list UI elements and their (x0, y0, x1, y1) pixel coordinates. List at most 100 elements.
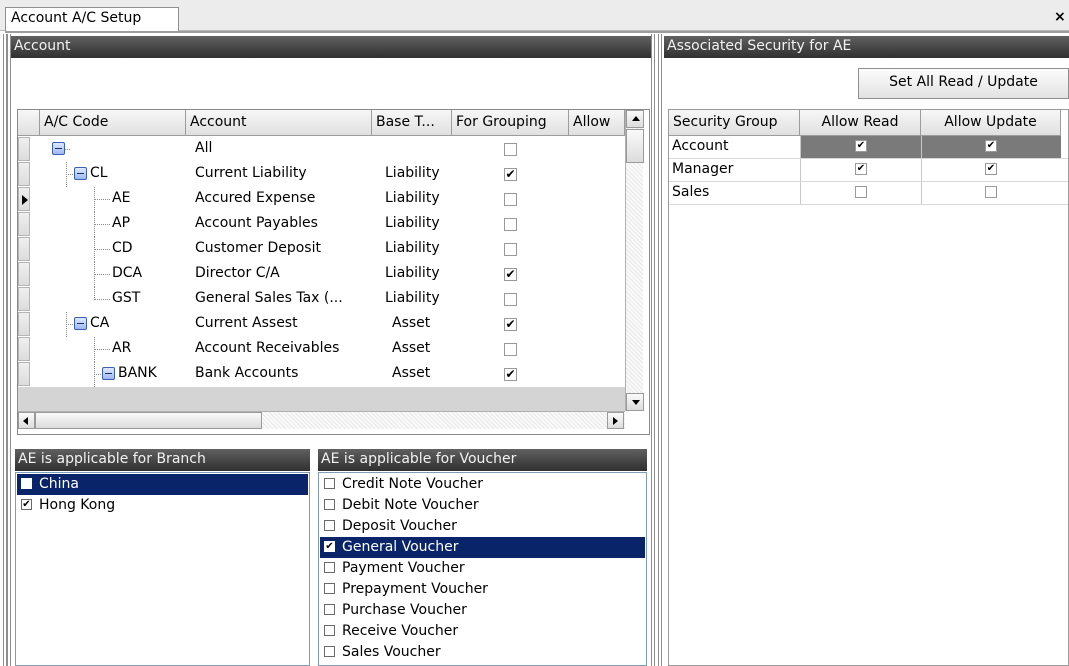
allow-update-checkbox[interactable] (985, 186, 997, 198)
table-row[interactable]: Sales (669, 182, 1068, 205)
table-row[interactable]: Account ✔ ✔ (669, 136, 1068, 159)
column-header-account[interactable]: Account (186, 110, 372, 136)
row-selector[interactable] (18, 212, 30, 236)
account-grid-hscrollbar[interactable] (18, 411, 625, 429)
for-grouping-checkbox[interactable]: ✔ (504, 368, 517, 381)
for-grouping-checkbox[interactable]: ✔ (504, 168, 517, 181)
tree-connector (94, 224, 110, 225)
allow-update-checkbox[interactable]: ✔ (985, 163, 997, 175)
for-grouping-checkbox[interactable] (504, 143, 517, 156)
voucher-list-item[interactable]: Credit Note Voucher (320, 474, 645, 495)
checkbox[interactable] (324, 625, 335, 636)
vertical-splitter[interactable] (651, 34, 662, 666)
checkbox[interactable] (324, 478, 335, 489)
for-grouping-checkbox[interactable] (504, 193, 517, 206)
voucher-list-item[interactable]: Prepayment Voucher (320, 579, 645, 600)
document-tab-strip: Account A/C Setup × (0, 0, 1069, 31)
voucher-list-item[interactable]: ✔ General Voucher (320, 537, 645, 558)
base-type-cell: Asset (392, 340, 431, 356)
base-type-cell: Asset (392, 315, 431, 331)
allow-read-checkbox[interactable] (855, 186, 867, 198)
table-row[interactable]: All (18, 137, 625, 162)
table-row[interactable]: AE Accured Expense Liability (18, 187, 625, 212)
for-grouping-checkbox[interactable] (504, 343, 517, 356)
collapse-tree-icon[interactable] (102, 367, 115, 380)
voucher-list-item[interactable]: Purchase Voucher (320, 600, 645, 621)
horizontal-splitter[interactable] (11, 440, 651, 446)
row-selector[interactable] (18, 337, 30, 361)
checkbox[interactable] (324, 583, 335, 594)
scroll-right-button[interactable] (607, 412, 624, 429)
scroll-left-button[interactable] (18, 412, 35, 429)
list-item-label: Receive Voucher (342, 623, 459, 639)
table-row[interactable]: AP Account Payables Liability (18, 212, 625, 237)
scroll-up-button[interactable] (626, 110, 644, 128)
for-grouping-checkbox[interactable] (504, 218, 517, 231)
checkbox[interactable] (324, 646, 335, 657)
voucher-list-item[interactable]: Receive Voucher (320, 621, 645, 642)
column-header-allow-update[interactable]: Allow Update (921, 110, 1061, 136)
tree-connector (94, 374, 101, 375)
branch-list-item[interactable]: China (17, 474, 308, 495)
row-selector[interactable] (18, 287, 30, 311)
collapse-tree-icon[interactable] (74, 317, 87, 330)
checkbox[interactable]: ✔ (21, 499, 32, 510)
table-row[interactable]: DCA Director C/A Liability ✔ (18, 262, 625, 287)
branch-list-item[interactable]: ✔ Hong Kong (17, 495, 308, 516)
ac-code-cell: AE (112, 190, 131, 206)
table-row[interactable]: Manager ✔ ✔ (669, 159, 1068, 182)
checkbox[interactable] (324, 520, 335, 531)
for-grouping-checkbox[interactable] (504, 293, 517, 306)
voucher-list-item[interactable]: Payment Voucher (320, 558, 645, 579)
allow-update-checkbox[interactable]: ✔ (985, 140, 997, 152)
security-group-cell: Manager (672, 161, 734, 177)
allow-read-checkbox[interactable]: ✔ (855, 163, 867, 175)
for-grouping-checkbox[interactable] (504, 243, 517, 256)
row-selector[interactable] (18, 362, 30, 386)
row-selector[interactable] (18, 187, 30, 211)
table-row[interactable]: BANK Bank Accounts Asset ✔ (18, 362, 625, 387)
checkbox[interactable] (324, 499, 335, 510)
voucher-list-item[interactable]: Debit Note Voucher (320, 495, 645, 516)
account-grid-vscrollbar[interactable] (625, 110, 644, 411)
row-selector[interactable] (18, 237, 30, 261)
column-header-for-grouping[interactable]: For Grouping (452, 110, 569, 136)
table-row[interactable]: CA Current Assest Asset ✔ (18, 312, 625, 337)
voucher-panel: AE is applicable for Voucher Credit Note… (318, 449, 647, 666)
table-row[interactable]: GST General Sales Tax (... Liability (18, 287, 625, 312)
scroll-down-button[interactable] (626, 393, 644, 411)
row-selector[interactable] (18, 312, 30, 336)
set-all-read-update-button[interactable]: Set All Read / Update (858, 68, 1069, 99)
column-header-ac-code[interactable]: A/C Code (40, 110, 186, 136)
row-selector[interactable] (18, 137, 30, 161)
table-row[interactable]: CD Customer Deposit Liability (18, 237, 625, 262)
for-grouping-checkbox[interactable]: ✔ (504, 318, 517, 331)
checkbox[interactable] (21, 478, 32, 489)
tab-account-ac-setup[interactable]: Account A/C Setup (5, 7, 179, 31)
voucher-list-item[interactable]: Sales Voucher (320, 642, 645, 663)
checkbox[interactable] (324, 604, 335, 615)
arrow-right-icon (613, 417, 618, 425)
ac-code-cell: AP (112, 215, 131, 231)
table-row[interactable]: AR Account Receivables Asset (18, 337, 625, 362)
column-header-base-type[interactable]: Base T... (372, 110, 452, 136)
table-row[interactable]: CL Current Liability Liability ✔ (18, 162, 625, 187)
row-selector[interactable] (18, 262, 30, 286)
column-header-security-group[interactable]: Security Group (669, 110, 800, 136)
row-selector[interactable] (18, 162, 30, 186)
tree-connector (94, 337, 95, 362)
account-name-cell: Current Liability (195, 165, 307, 181)
checkbox[interactable] (324, 562, 335, 573)
voucher-list-item[interactable]: Deposit Voucher (320, 516, 645, 537)
collapse-tree-icon[interactable] (52, 142, 65, 155)
tree-connector (94, 212, 95, 237)
allow-read-checkbox[interactable]: ✔ (855, 140, 867, 152)
column-header-allow[interactable]: Allow (569, 110, 625, 136)
checkbox[interactable]: ✔ (324, 541, 335, 552)
scroll-thumb[interactable] (626, 129, 644, 163)
collapse-tree-icon[interactable] (74, 167, 87, 180)
close-icon[interactable]: × (1054, 10, 1066, 24)
hscroll-thumb[interactable] (35, 412, 262, 429)
column-header-allow-read[interactable]: Allow Read (800, 110, 921, 136)
for-grouping-checkbox[interactable]: ✔ (504, 268, 517, 281)
